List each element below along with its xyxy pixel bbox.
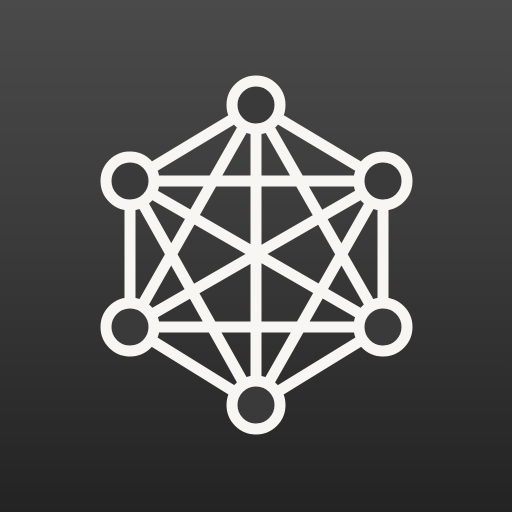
node-upper-right xyxy=(353,151,413,211)
node-lower-left xyxy=(100,297,160,357)
app-icon[interactable] xyxy=(0,0,512,512)
network-graph-icon xyxy=(100,75,413,435)
node-upper-left xyxy=(100,151,160,211)
node-bottom xyxy=(226,375,286,435)
graph-edges xyxy=(124,111,389,398)
edge-bottom-to-upper-left xyxy=(136,196,250,390)
node-top xyxy=(226,75,286,135)
node-lower-right xyxy=(353,297,413,357)
